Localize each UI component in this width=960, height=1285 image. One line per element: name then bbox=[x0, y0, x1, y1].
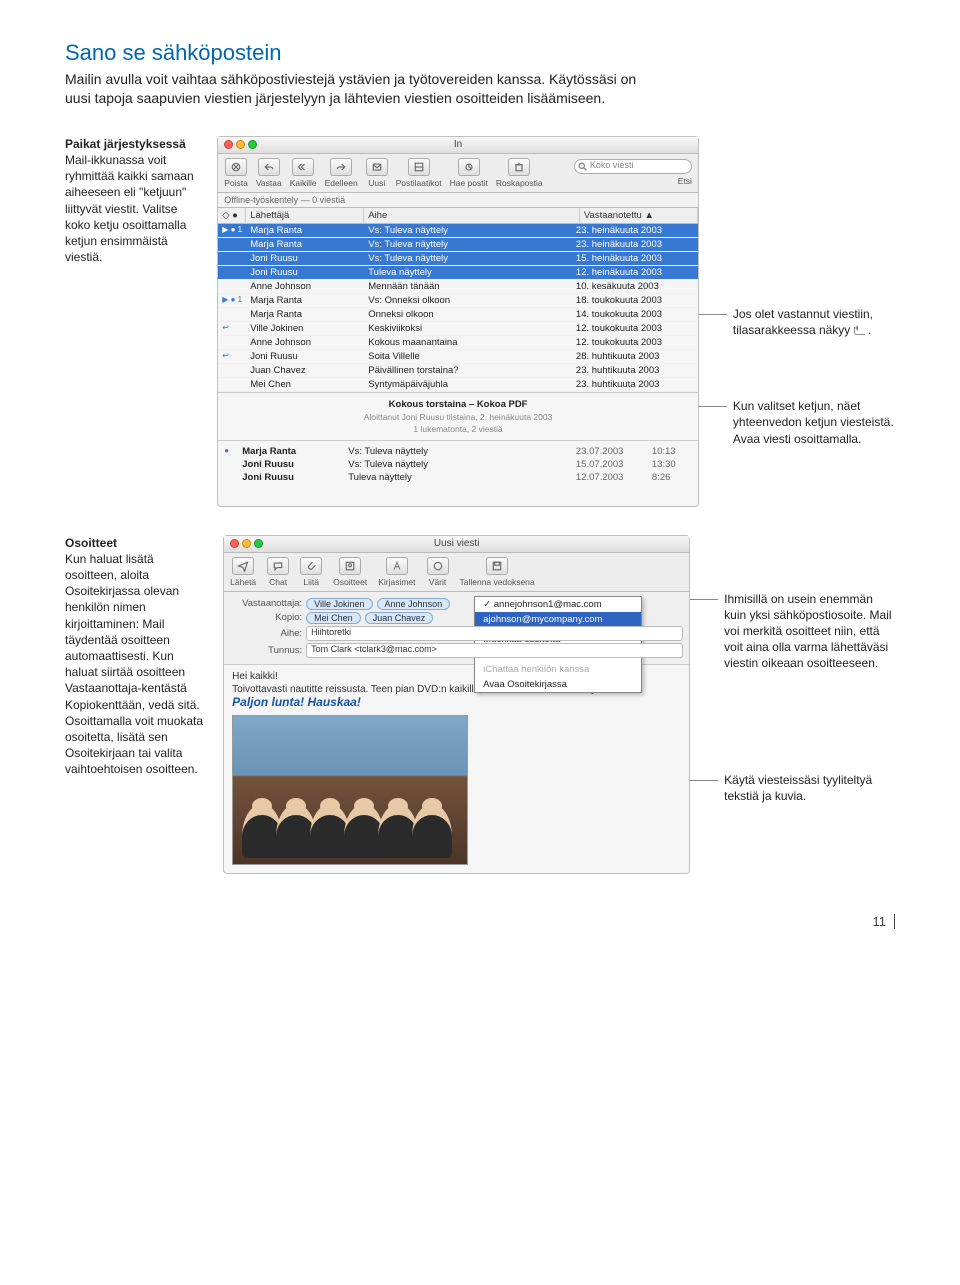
from-header[interactable]: Lähettäjä bbox=[246, 208, 364, 223]
subject-input[interactable]: Hiihtoretki bbox=[306, 626, 683, 641]
liitä-button[interactable]: Liitä bbox=[300, 557, 322, 587]
side-heading-1: Paikat järjestyksessä bbox=[65, 137, 186, 151]
poista-button[interactable]: Poista bbox=[224, 158, 248, 188]
postilaatikot-icon bbox=[408, 158, 430, 176]
compose-window: Uusi viesti Lähetä Chat Liitä Osoitteet Kirj… bbox=[223, 535, 690, 874]
lähetä-icon bbox=[232, 557, 254, 575]
kirjasimet-button[interactable]: Kirjasimet bbox=[378, 557, 415, 587]
mail-body-styled: Paljon lunta! Hauskaa! bbox=[232, 695, 681, 709]
osoitteet-icon bbox=[339, 557, 361, 575]
roskapostia-button[interactable]: Roskapostia bbox=[496, 158, 543, 188]
menu-open-addressbook[interactable]: Avaa Osoitekirjassa bbox=[475, 677, 641, 692]
zoom-icon[interactable] bbox=[254, 539, 263, 548]
vastaa-button[interactable]: Vastaa bbox=[256, 158, 282, 188]
kaikille-button[interactable]: Kaikille bbox=[290, 158, 317, 188]
thread-unread: 1 lukematonta, 2 viestiä bbox=[224, 424, 692, 434]
thread-title: Kokous torstaina – Kokoa PDF bbox=[389, 399, 528, 410]
search-input[interactable]: Koko viesti bbox=[574, 159, 692, 174]
mail-row[interactable]: ▶ ● 1Marja RantaVs: Onneksi olkoon18. to… bbox=[218, 294, 698, 308]
date-header[interactable]: Vastaanotettu ▲ bbox=[580, 208, 698, 223]
hae-postit-button[interactable]: Hae postit bbox=[450, 158, 488, 188]
mail-row[interactable]: Marja RantaOnneksi olkoon14. toukokuuta … bbox=[218, 308, 698, 322]
cc-label: Kopio: bbox=[230, 612, 302, 623]
mail-row[interactable]: Mei ChenSyntymäpäiväjuhla23. huhtikuuta … bbox=[218, 378, 698, 392]
liitä-icon bbox=[300, 557, 322, 575]
close-icon[interactable] bbox=[224, 140, 233, 149]
window-title: In bbox=[454, 139, 462, 150]
hae postit-icon bbox=[458, 158, 480, 176]
värit-button[interactable]: Värit bbox=[427, 557, 449, 587]
attached-photo bbox=[232, 715, 468, 865]
page-title: Sano se sähköpostein bbox=[65, 40, 895, 66]
close-icon[interactable] bbox=[230, 539, 239, 548]
subject-label: Aihe: bbox=[230, 628, 302, 639]
chat-button[interactable]: Chat bbox=[267, 557, 289, 587]
minimize-icon[interactable] bbox=[236, 140, 245, 149]
side-heading-2: Osoitteet bbox=[65, 536, 117, 550]
kirjasimet-icon bbox=[386, 557, 408, 575]
kaikille-icon bbox=[292, 158, 314, 176]
to-token[interactable]: Ville Jokinen bbox=[306, 598, 372, 610]
cc-token[interactable]: Mei Chen bbox=[306, 612, 361, 624]
account-select[interactable]: Tom Clark <tclark3@mac.com> bbox=[306, 643, 683, 658]
window-titlebar: Uusi viesti bbox=[224, 536, 689, 553]
tallenna vedoksena-icon bbox=[486, 557, 508, 575]
reply-arrow-icon bbox=[854, 327, 865, 335]
värit-icon bbox=[427, 557, 449, 575]
callout-thread-summary: Kun valitset ketjun, näet yhteenvedon ke… bbox=[733, 398, 895, 447]
osoitteet-button[interactable]: Osoitteet bbox=[333, 557, 367, 587]
window-titlebar: In bbox=[218, 137, 698, 154]
summary-row[interactable]: ●Marja RantaVs: Tuleva näyttely23.07.200… bbox=[224, 445, 692, 458]
mail-row[interactable]: ▶ ● 1Marja RantaVs: Tuleva näyttely23. h… bbox=[218, 224, 698, 238]
edelleen-icon bbox=[330, 158, 352, 176]
subject-header[interactable]: Aihe bbox=[364, 208, 580, 223]
tallenna-vedoksena-button[interactable]: Tallenna vedoksena bbox=[460, 557, 535, 587]
mail-row[interactable]: Anne JohnsonKokous maanantaina12. toukok… bbox=[218, 336, 698, 350]
account-label: Tunnus: bbox=[230, 645, 302, 656]
flag-col[interactable]: ◇ ● bbox=[218, 208, 246, 223]
mail-row[interactable]: Joni RuusuTuleva näyttely12. heinäkuuta … bbox=[218, 266, 698, 280]
minimize-icon[interactable] bbox=[242, 539, 251, 548]
mail-row[interactable]: ↩Joni RuusuSoita Villelle28. huhtikuuta … bbox=[218, 350, 698, 364]
edelleen-button[interactable]: Edelleen bbox=[325, 158, 358, 188]
mail-row[interactable]: Anne JohnsonMennään tänään10. kesäkuuta … bbox=[218, 280, 698, 294]
uusi-button[interactable]: Uusi bbox=[366, 158, 388, 188]
mail-row[interactable]: Juan ChavezPäivällinen torstaina?23. huh… bbox=[218, 364, 698, 378]
thread-meta: Aloittanut Joni Ruusu tiistaina, 2. hein… bbox=[224, 412, 692, 422]
summary-row[interactable]: Joni RuusuVs: Tuleva näyttely15.07.20031… bbox=[224, 458, 692, 471]
side-body-1: Mail-ikkunassa voit ryhmittää kaikki sam… bbox=[65, 153, 194, 264]
window-title: Uusi viesti bbox=[434, 538, 480, 549]
to-token[interactable]: Anne Johnson bbox=[377, 598, 451, 610]
mail-row[interactable]: ↩Ville JokinenKeskiviikoksi12. toukokuut… bbox=[218, 322, 698, 336]
lähetä-button[interactable]: Lähetä bbox=[230, 557, 256, 587]
to-label: Vastaanottaja: bbox=[230, 598, 302, 609]
poista-icon bbox=[225, 158, 247, 176]
status-text: Offline-työskentely — 0 viestiä bbox=[224, 195, 345, 205]
callout-multiple-addresses: Ihmisillä on usein enemmän kuin yksi säh… bbox=[724, 591, 895, 672]
zoom-icon[interactable] bbox=[248, 140, 257, 149]
mail-window: In Poista Vastaa Kaikille Edelleen Uusi Posti… bbox=[217, 136, 699, 507]
mail-row[interactable]: Joni RuusuVs: Tuleva näyttely15. heinäku… bbox=[218, 252, 698, 266]
search-label: Etsi bbox=[678, 176, 692, 186]
vastaa-icon bbox=[258, 158, 280, 176]
postilaatikot-button[interactable]: Postilaatikot bbox=[396, 158, 442, 188]
menu-email-1[interactable]: ✓ annejohnson1@mac.com bbox=[475, 597, 641, 612]
chat-icon bbox=[267, 557, 289, 575]
callout-reply-indicator: Jos olet vastannut viestiin, tilasarakke… bbox=[733, 306, 895, 338]
side-body-2: Kun haluat lisätä osoitteen, aloita Osoi… bbox=[65, 552, 203, 776]
page-number: 11 bbox=[65, 914, 895, 929]
menu-ichat: iChattaa henkilön kanssa bbox=[475, 662, 641, 677]
roskapostia-icon bbox=[508, 158, 530, 176]
cc-token[interactable]: Juan Chavez bbox=[365, 612, 434, 624]
callout-styled-text: Käytä viesteissäsi tyyliteltyä tekstiä j… bbox=[724, 772, 895, 804]
intro-text: Mailin avulla voit vaihtaa sähköpostivie… bbox=[65, 70, 660, 108]
uusi-icon bbox=[366, 158, 388, 176]
summary-row[interactable]: Joni RuusuTuleva näyttely12.07.20038:26 bbox=[224, 471, 692, 484]
mail-row[interactable]: Marja RantaVs: Tuleva näyttely23. heinäk… bbox=[218, 238, 698, 252]
